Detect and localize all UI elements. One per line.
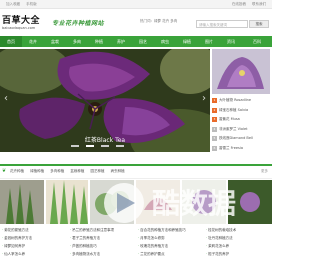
add-favorite-link[interactable]: 加入收藏: [6, 2, 20, 6]
ranking-item[interactable]: 2 绿宝石种植 Salvia: [212, 106, 272, 116]
section-tab[interactable]: 花卉种植: [10, 169, 24, 173]
logo-url: baicaodaquan.com: [2, 26, 36, 30]
article-link[interactable]: 芦荟的种植技巧: [70, 242, 136, 250]
more-link[interactable]: 更多: [261, 166, 268, 177]
search-input[interactable]: 请输入搜索关键词: [196, 20, 248, 28]
thumbnail-image[interactable]: [46, 180, 88, 224]
slider-dot[interactable]: [116, 145, 125, 147]
article-link[interactable]: 绿萝如何养护: [2, 242, 68, 250]
nav-item[interactable]: 种植: [88, 36, 110, 47]
hot-keywords[interactable]: 热门词：绿萝 花卉 多肉: [140, 19, 177, 24]
article-link[interactable]: 菊花的繁殖方法: [2, 226, 68, 234]
nav-item[interactable]: 病虫: [154, 36, 176, 47]
ranking-item[interactable]: 1 大叶植物 Rosadline: [212, 96, 272, 106]
article-link[interactable]: 君子兰的养殖方法: [70, 234, 136, 242]
nav-item-home[interactable]: 首页: [0, 36, 22, 47]
thumbnail-image[interactable]: [0, 180, 44, 224]
main-nav: 首页 花卉 盆栽 多肉 种植 养护 园艺 病虫 绿植 图片 资讯 百科: [0, 36, 272, 47]
top-links: 加入收藏 手机版: [6, 0, 42, 8]
nav-item[interactable]: 园艺: [132, 36, 154, 47]
ranking-item[interactable]: 6 香雪兰 Freesia: [212, 144, 272, 154]
section-tab[interactable]: 园艺种植: [91, 169, 105, 173]
article-link[interactable]: 多肉植物浇水方法: [70, 250, 136, 258]
ranking-item[interactable]: 5 铁线莲Diamond Bell: [212, 134, 272, 144]
sidebar-photo[interactable]: [212, 49, 270, 94]
article-link[interactable]: 桂花树的栽培技术: [206, 226, 272, 234]
slider-dot-active[interactable]: [86, 145, 95, 147]
submit-link[interactable]: 在线投稿: [232, 2, 246, 6]
nav-item[interactable]: 百科: [242, 36, 272, 47]
slider-dots: [70, 145, 140, 149]
slider-dot[interactable]: [71, 145, 79, 147]
site-header: 百草大全 baicaodaquan.com 专业花卉种植网站 热门词：绿萝 花卉…: [0, 9, 272, 35]
site-logo[interactable]: 百草大全 baicaodaquan.com: [2, 13, 40, 30]
section-tabs: 花卉种植 绿植种植 多肉种植 盆栽种植 园艺种植 病虫种植: [10, 166, 130, 177]
search-button[interactable]: 搜索: [249, 20, 269, 28]
section-tab[interactable]: 盆栽种植: [70, 169, 84, 173]
article-link[interactable]: 仙人掌怎么养: [2, 250, 68, 258]
section-tab[interactable]: 绿植种植: [30, 169, 44, 173]
contact-link[interactable]: 联系我们: [252, 2, 266, 6]
nav-item[interactable]: 养护: [110, 36, 132, 47]
article-link[interactable]: 玫瑰花的养殖方法: [138, 242, 204, 250]
top-bar: 加入收藏 手机版 在线投稿 联系我们: [0, 0, 272, 9]
mobile-link[interactable]: 手机版: [26, 2, 37, 6]
image-slider[interactable]: ‹ › 红茶Black Tea: [0, 49, 210, 152]
article-link[interactable]: 金钱树的养护方法: [2, 234, 68, 242]
slider-caption[interactable]: 红茶Black Tea: [0, 135, 210, 144]
ranking-item[interactable]: 3 香蕉花 Musa: [212, 115, 272, 125]
article-column: 菊花的繁殖方法 金钱树的养护方法 绿萝如何养护 仙人掌怎么养: [2, 226, 68, 258]
article-link[interactable]: 栀子花的养护: [206, 250, 272, 258]
article-link[interactable]: 吊兰的养殖方法和注意事项: [70, 226, 136, 234]
top-right-links: 在线投稿 联系我们: [227, 0, 266, 8]
leaf-icon: ❦: [2, 168, 7, 174]
nav-item[interactable]: 盆栽: [44, 36, 66, 47]
article-lists: 菊花的繁殖方法 金钱树的养护方法 绿萝如何养护 仙人掌怎么养 吊兰的养殖方法和注…: [0, 226, 272, 258]
nav-item[interactable]: 资讯: [220, 36, 242, 47]
logo-name: 百草大全: [2, 16, 41, 26]
nav-item[interactable]: 图片: [198, 36, 220, 47]
slider-dot[interactable]: [101, 145, 110, 147]
article-link[interactable]: 兰花的养护要点: [138, 250, 204, 258]
article-link[interactable]: 月季花怎么修剪: [138, 234, 204, 242]
section-tab[interactable]: 多肉种植: [50, 169, 64, 173]
slogan: 专业花卉种植网站: [52, 20, 105, 27]
section-tab[interactable]: 病虫种植: [111, 169, 125, 173]
article-column: 吊兰的养殖方法和注意事项 君子兰的养殖方法 芦荟的种植技巧 多肉植物浇水方法: [70, 226, 136, 258]
article-link[interactable]: 百合花的种植方法和养殖技巧: [138, 226, 204, 234]
ranking-list: 1 大叶植物 Rosadline 2 绿宝石种植 Salvia 3 香蕉花 Musa …: [212, 96, 272, 153]
chevron-right-icon[interactable]: ›: [202, 93, 206, 104]
nav-item[interactable]: 绿植: [176, 36, 198, 47]
sidebar: 1 大叶植物 Rosadline 2 绿宝石种植 Salvia 3 香蕉花 Musa …: [212, 49, 272, 153]
article-link[interactable]: 牡丹花种植方法: [206, 234, 272, 242]
ranking-item[interactable]: 4 非洲紫罗兰 Violet: [212, 125, 272, 135]
article-column: 百合花的种植方法和养殖技巧 月季花怎么修剪 玫瑰花的养殖方法 兰花的养护要点: [138, 226, 204, 258]
chevron-left-icon[interactable]: ‹: [4, 93, 8, 104]
article-column: 桂花树的栽培技术 牡丹花种植方法 茉莉花怎么养 栀子花的养护: [206, 226, 272, 258]
svg-text:酷数据: 酷数据: [152, 187, 236, 220]
nav-item[interactable]: 花卉: [22, 36, 44, 47]
article-link[interactable]: 茉莉花怎么养: [206, 242, 272, 250]
nav-item[interactable]: 多肉: [66, 36, 88, 47]
